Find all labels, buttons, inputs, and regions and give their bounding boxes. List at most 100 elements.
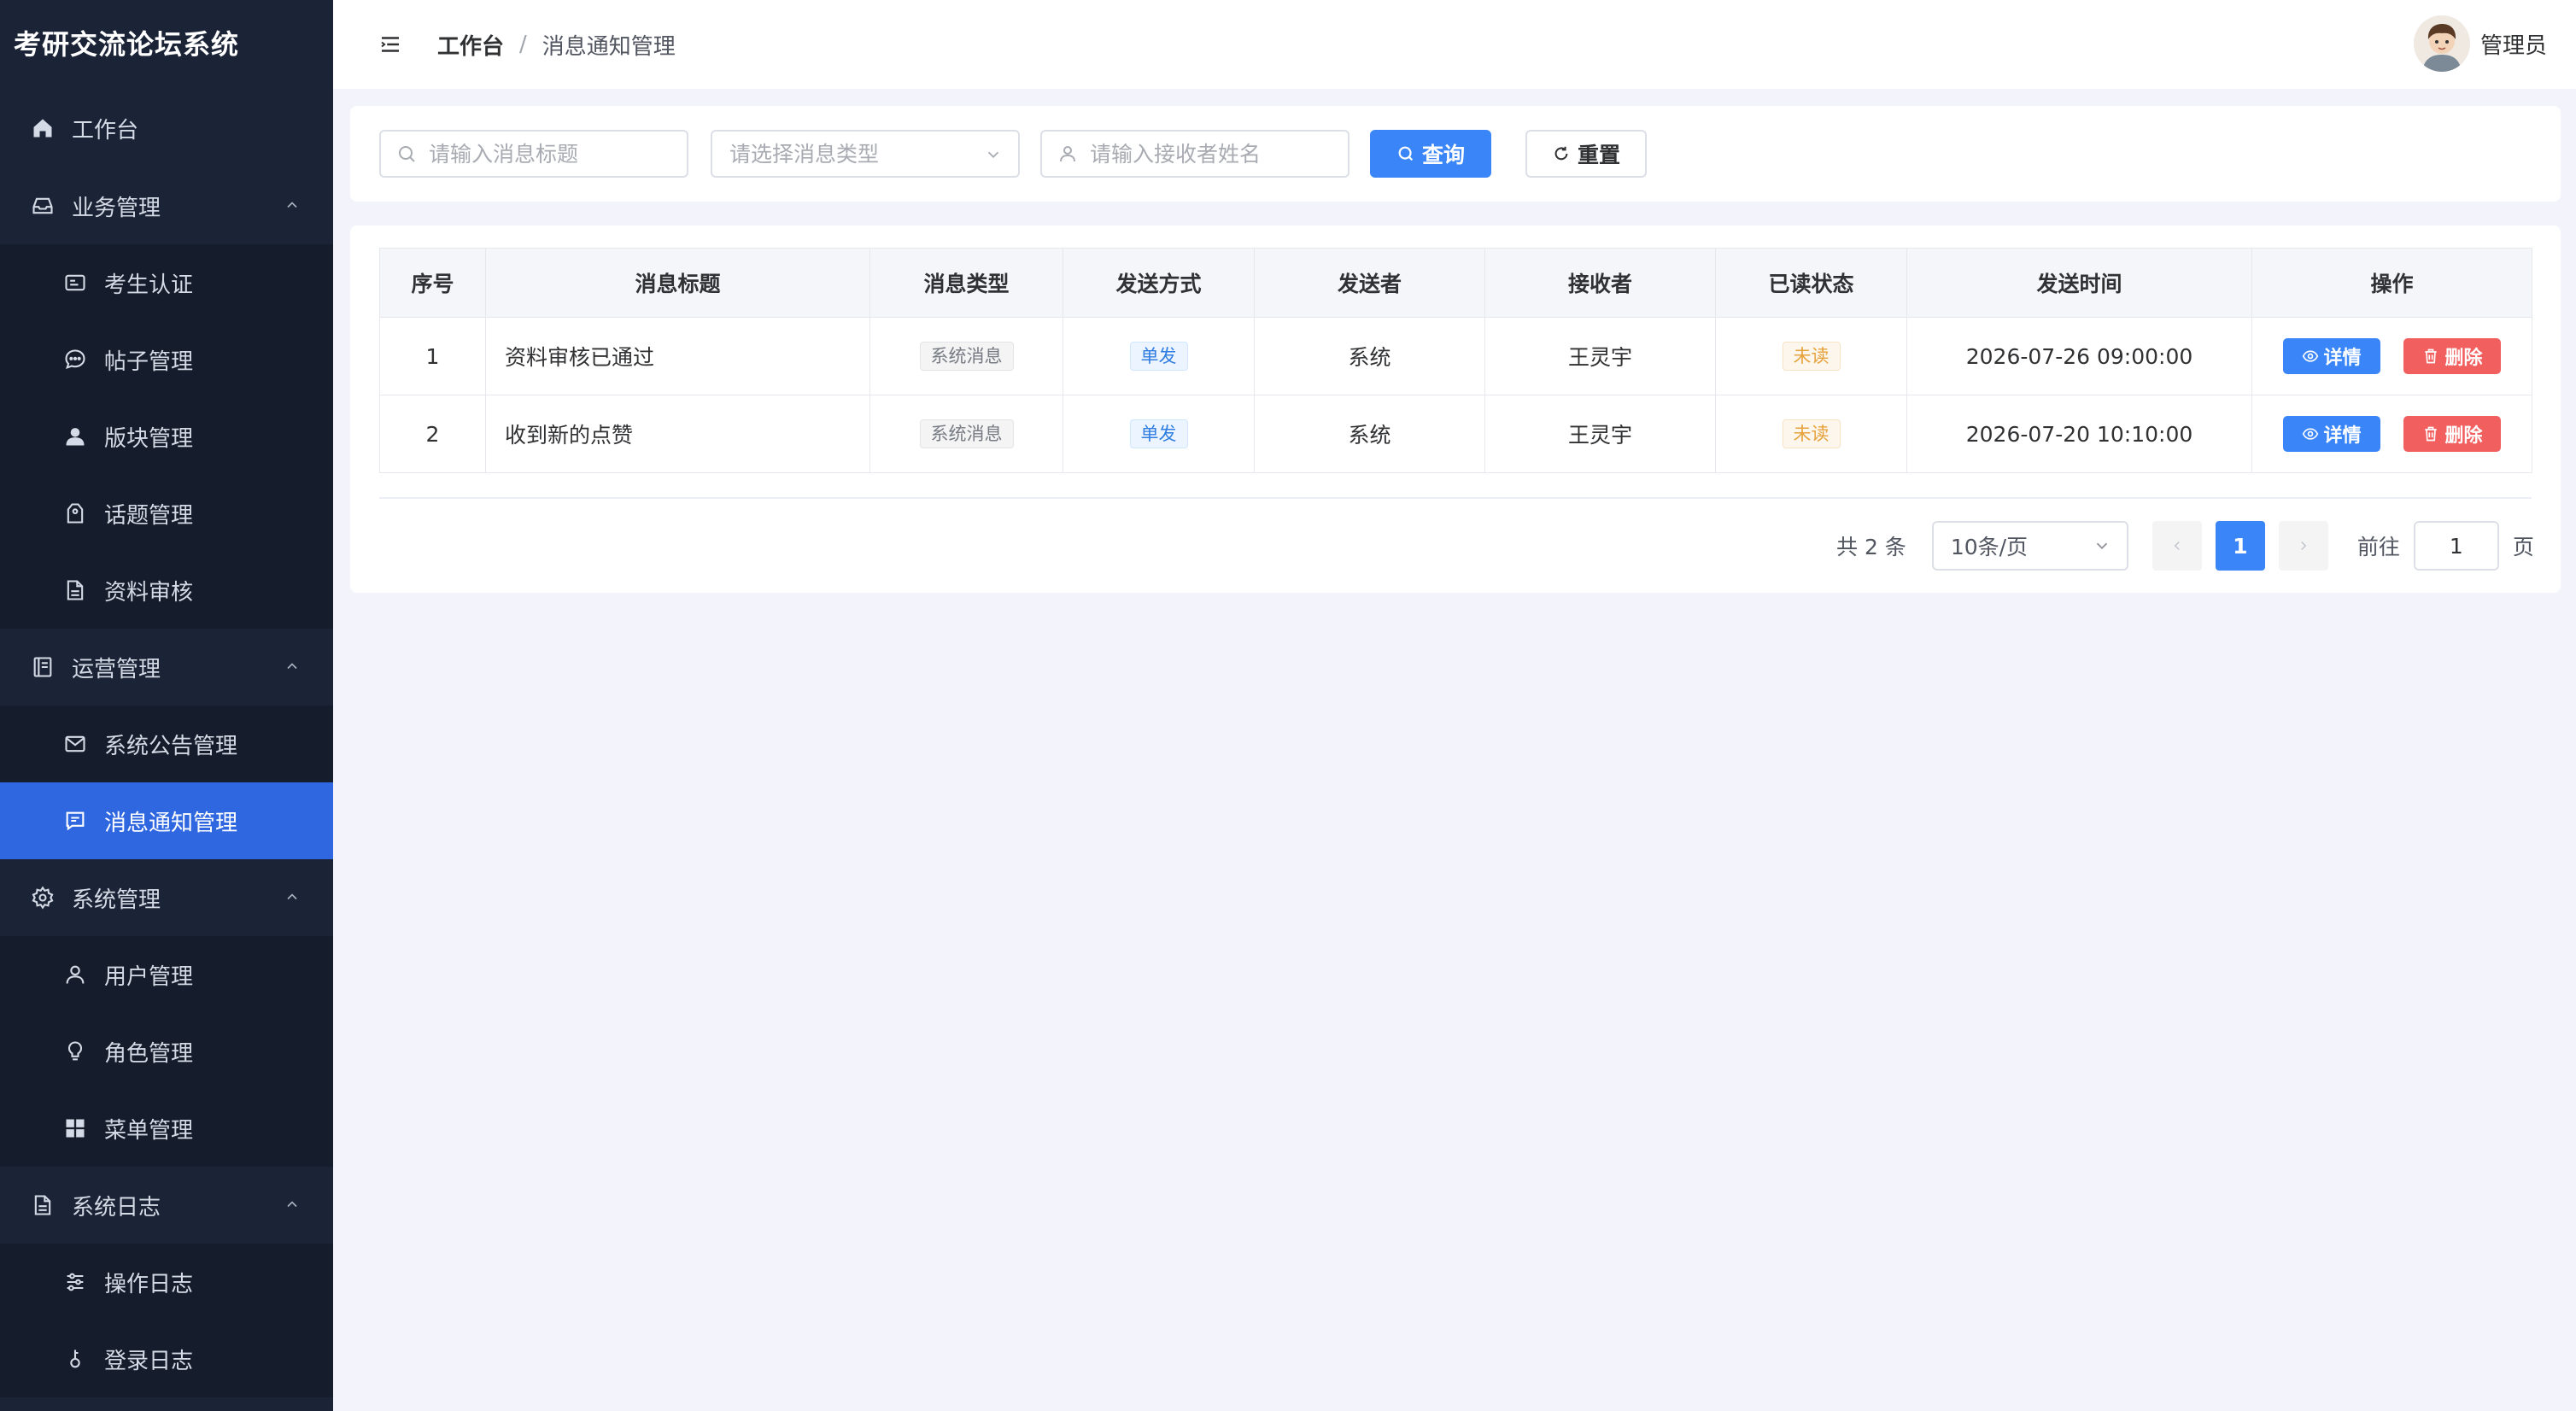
cell-actions: 详情 删除 xyxy=(2251,317,2532,395)
cell-time: 2026-07-26 09:00:00 xyxy=(1906,317,2252,395)
sidebar-item-posts[interactable]: 帖子管理 xyxy=(0,321,333,398)
message-type-select[interactable] xyxy=(711,130,1020,178)
sidebar-group-system[interactable]: 系统管理 xyxy=(0,859,333,936)
page-number-button[interactable]: 1 xyxy=(2215,521,2265,571)
home-icon xyxy=(29,114,56,142)
sidebar-item-topics[interactable]: 话题管理 xyxy=(0,475,333,552)
delete-button[interactable]: 删除 xyxy=(2403,338,2502,374)
column-header: 发送者 xyxy=(1254,248,1485,318)
sidebar-group-label: 系统管理 xyxy=(72,887,161,913)
receiver-search-field[interactable] xyxy=(1040,130,1349,178)
collapse-menu-icon[interactable] xyxy=(378,32,403,57)
sidebar-group-business[interactable]: 业务管理 xyxy=(0,167,333,244)
cell-index: 2 xyxy=(379,395,486,473)
avatar[interactable] xyxy=(2413,15,2470,72)
sidebar-item-label: 版块管理 xyxy=(104,425,194,452)
column-header: 序号 xyxy=(379,248,486,318)
title-search-input[interactable] xyxy=(427,140,687,167)
reset-button-label: 重置 xyxy=(1577,143,1620,167)
status-badge: 未读 xyxy=(1782,419,1841,448)
method-tag: 单发 xyxy=(1129,419,1188,448)
lightbulb-icon xyxy=(61,1038,89,1065)
user-name[interactable]: 管理员 xyxy=(2480,28,2547,60)
sidebar-item-label: 登录日志 xyxy=(104,1348,194,1374)
status-badge: 未读 xyxy=(1782,342,1841,371)
sidebar-item-boards[interactable]: 版块管理 xyxy=(0,398,333,475)
delete-button-label: 删除 xyxy=(2444,348,2483,369)
sidebar-item-material-review[interactable]: 资料审核 xyxy=(0,552,333,629)
document-icon xyxy=(61,577,89,604)
sidebar-item-label: 角色管理 xyxy=(104,1040,194,1067)
detail-button[interactable]: 详情 xyxy=(2282,338,2380,374)
detail-button[interactable]: 详情 xyxy=(2282,416,2380,452)
title-search-field[interactable] xyxy=(379,130,688,178)
tag-icon xyxy=(61,500,89,527)
breadcrumb-current: 消息通知管理 xyxy=(542,33,676,60)
search-icon xyxy=(1398,146,1414,161)
app-root: 考研交流论坛系统 工作台 业务管理 考生认证 帖子管理 版块管理 话题管理 资料… xyxy=(0,0,2576,1411)
eye-icon xyxy=(2302,350,2318,362)
table-row: 2 收到新的点赞 系统消息 单发 系统 王灵宇 未读 2026-07-20 10… xyxy=(379,395,2532,473)
next-page-button[interactable] xyxy=(2278,521,2328,571)
sidebar-item-users[interactable]: 用户管理 xyxy=(0,936,333,1013)
query-button-label: 查询 xyxy=(1421,143,1465,167)
detail-button-label: 详情 xyxy=(2323,425,2362,447)
sidebar-item-roles[interactable]: 角色管理 xyxy=(0,1013,333,1090)
sidebar-item-login-logs[interactable]: 登录日志 xyxy=(0,1320,333,1397)
trash-icon xyxy=(2425,426,2438,442)
column-header: 消息类型 xyxy=(869,248,1063,318)
cell-title: 收到新的点赞 xyxy=(485,395,870,473)
grid-icon xyxy=(61,1115,89,1142)
cell-receiver: 王灵宇 xyxy=(1484,317,1716,395)
page-size-value: 10条/页 xyxy=(1950,535,2029,559)
sidebar-item-label: 操作日志 xyxy=(104,1271,194,1297)
total-count: 共 2 条 xyxy=(1836,535,1906,559)
chevron-up-icon xyxy=(287,202,297,208)
user-outline-icon xyxy=(1060,146,1075,162)
column-header: 接收者 xyxy=(1484,248,1716,318)
sidebar-item-announcements[interactable]: 系统公告管理 xyxy=(0,706,333,782)
sidebar-group-label: 系统日志 xyxy=(72,1194,161,1221)
reset-button[interactable]: 重置 xyxy=(1525,130,1647,178)
document-icon xyxy=(29,1191,56,1219)
cell-type: 系统消息 xyxy=(869,317,1063,395)
message-type-input[interactable] xyxy=(712,140,1018,167)
sidebar-item-menus[interactable]: 菜单管理 xyxy=(0,1090,333,1167)
receiver-search-input[interactable] xyxy=(1088,140,1348,167)
chat-bubble-icon xyxy=(61,346,89,373)
chevron-up-icon xyxy=(287,893,297,900)
sidebar-item-label: 系统公告管理 xyxy=(104,733,238,759)
delete-button[interactable]: 删除 xyxy=(2403,416,2502,452)
notification-table: 序号 消息标题 消息类型 发送方式 发送者 接收者 已读状态 发送时间 操作 1… xyxy=(379,248,2532,473)
sidebar-item-notifications[interactable]: 消息通知管理 xyxy=(0,782,333,859)
mail-icon xyxy=(61,730,89,758)
cell-method: 单发 xyxy=(1063,317,1255,395)
user-menu[interactable]: 管理员 xyxy=(2413,15,2547,72)
chevron-right-icon xyxy=(2301,541,2307,551)
breadcrumb-root[interactable]: 工作台 xyxy=(437,29,504,61)
goto-label: 前往 xyxy=(2356,535,2400,559)
gear-icon xyxy=(29,884,56,911)
goto-page-input[interactable]: 1 xyxy=(2413,521,2499,571)
sidebar-item-label: 消息通知管理 xyxy=(104,810,238,836)
column-header: 操作 xyxy=(2251,248,2532,318)
divider xyxy=(379,497,2532,499)
sidebar-group-operations[interactable]: 运营管理 xyxy=(0,629,333,706)
search-panel: 查询 重置 xyxy=(350,106,2561,202)
sidebar-item-label: 资料审核 xyxy=(104,579,194,606)
search-icon xyxy=(399,146,415,162)
chevron-left-icon xyxy=(2174,541,2180,551)
page-suffix: 页 xyxy=(2512,535,2534,559)
sidebar: 考研交流论坛系统 工作台 业务管理 考生认证 帖子管理 版块管理 话题管理 资料… xyxy=(0,0,333,1411)
sidebar-item-candidate-auth[interactable]: 考生认证 xyxy=(0,244,333,321)
id-card-icon xyxy=(61,269,89,296)
notebook-icon xyxy=(29,653,56,681)
prev-page-button[interactable] xyxy=(2152,521,2202,571)
sidebar-group-logs[interactable]: 系统日志 xyxy=(0,1167,333,1244)
pagination: 共 2 条 10条/页 1 前往 1 页 xyxy=(1836,521,2534,571)
sidebar-item-operation-logs[interactable]: 操作日志 xyxy=(0,1244,333,1320)
inbox-icon xyxy=(29,192,56,220)
sidebar-item-workbench[interactable]: 工作台 xyxy=(0,89,333,167)
page-size-select[interactable]: 10条/页 xyxy=(1931,521,2128,571)
query-button[interactable]: 查询 xyxy=(1370,130,1491,178)
